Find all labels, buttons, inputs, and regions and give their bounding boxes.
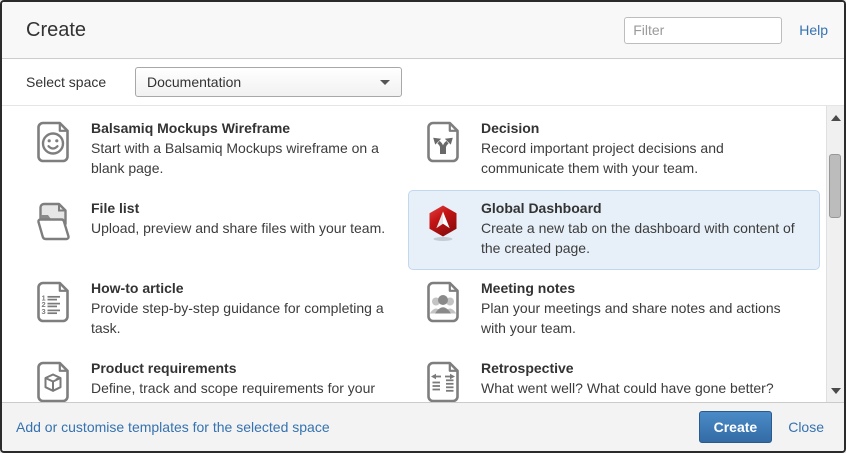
template-item-global-dashboard[interactable]: Global Dashboard Create a new tab on the … — [408, 190, 820, 270]
file-list-icon — [29, 198, 77, 246]
decision-icon — [419, 118, 467, 166]
chevron-down-icon — [380, 80, 390, 85]
template-description: Start with a Balsamiq Mockups wireframe … — [91, 139, 393, 179]
template-item-how-to-article[interactable]: How-to article Provide step-by-step guida… — [18, 270, 404, 350]
scrollbar-thumb[interactable] — [829, 154, 841, 218]
template-description: Plan your meetings and share notes and a… — [481, 299, 809, 339]
dialog-header: Create Help — [2, 2, 844, 59]
product-requirements-icon — [29, 358, 77, 402]
create-button[interactable]: Create — [699, 411, 773, 443]
template-item-meeting-notes[interactable]: Meeting notes Plan your meetings and shar… — [408, 270, 820, 350]
retrospective-icon — [419, 358, 467, 402]
template-item-file-list[interactable]: File list Upload, preview and share files… — [18, 190, 404, 270]
template-title: Balsamiq Mockups Wireframe — [91, 117, 393, 136]
template-item-retrospective[interactable]: Retrospective What went well? What could … — [408, 350, 820, 402]
global-dashboard-logo — [419, 198, 467, 246]
meeting-notes-icon — [419, 278, 467, 326]
template-title: How-to article — [91, 277, 393, 296]
template-title: Product requirements — [91, 357, 393, 376]
template-description: Provide step-by-step guidance for comple… — [91, 299, 393, 339]
template-title: File list — [91, 197, 385, 216]
dialog-footer: Add or customise templates for the selec… — [2, 402, 844, 451]
template-title: Meeting notes — [481, 277, 809, 296]
template-description: Create a new tab on the dashboard with c… — [481, 219, 809, 259]
customise-templates-link[interactable]: Add or customise templates for the selec… — [16, 419, 330, 435]
create-dialog: Create Help Select space Documentation B… — [0, 0, 846, 453]
template-title: Retrospective — [481, 357, 809, 376]
template-description: Upload, preview and share files with you… — [91, 219, 385, 239]
template-title: Global Dashboard — [481, 197, 809, 216]
filter-input[interactable] — [624, 17, 782, 44]
template-item-balsamiq-mockups-wireframe[interactable]: Balsamiq Mockups Wireframe Start with a B… — [18, 110, 404, 190]
balsamiq-wireframe-icon — [29, 118, 77, 166]
template-description: What went well? What could have gone bet… — [481, 379, 809, 402]
how-to-article-icon — [29, 278, 77, 326]
close-link[interactable]: Close — [788, 419, 824, 435]
template-description: Define, track and scope requirements for… — [91, 379, 393, 402]
template-item-product-requirements[interactable]: Product requirements Define, track and sc… — [18, 350, 404, 402]
select-space-row: Select space Documentation — [2, 59, 844, 105]
help-link[interactable]: Help — [799, 22, 828, 38]
space-dropdown[interactable]: Documentation — [135, 67, 402, 97]
page-title: Create — [26, 19, 86, 42]
template-title: Decision — [481, 117, 809, 136]
template-list: Balsamiq Mockups Wireframe Start with a B… — [2, 105, 844, 402]
scroll-down-icon[interactable] — [827, 382, 844, 399]
space-dropdown-value: Documentation — [147, 74, 241, 90]
scrollbar[interactable] — [826, 106, 844, 402]
template-item-decision[interactable]: Decision Record important project decisio… — [408, 110, 820, 190]
select-space-label: Select space — [26, 74, 135, 90]
template-description: Record important project decisions and c… — [481, 139, 809, 179]
scroll-up-icon[interactable] — [827, 109, 844, 126]
